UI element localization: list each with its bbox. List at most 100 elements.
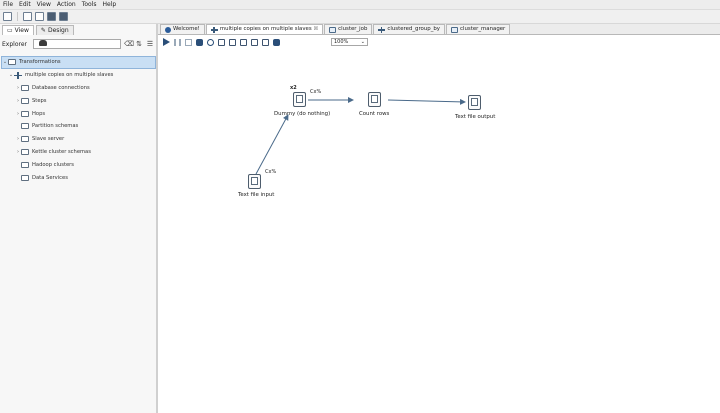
tree-item-hops[interactable]: › Hops <box>1 107 156 120</box>
tree-root-label: Transformations <box>19 59 61 66</box>
spoon-window: File Edit View Action Tools Help ▭ View … <box>0 0 720 413</box>
hop-input-to-dummy[interactable] <box>255 114 289 175</box>
pencil-icon: ✎ <box>40 27 46 34</box>
tab-label: Welcome! <box>173 26 200 32</box>
count-rows-icon <box>371 95 378 103</box>
hop-count-to-output[interactable] <box>387 98 466 105</box>
zoom-select[interactable]: 100% ⌄ <box>331 38 368 46</box>
menu-view[interactable]: View <box>37 0 51 10</box>
tree-item-label: Partition schemas <box>32 123 79 130</box>
folder-icon <box>21 148 29 155</box>
tree-transformation-label: multiple copies on multiple slaves <box>25 72 114 79</box>
new-file-icon[interactable] <box>3 12 12 21</box>
tree-item-label: Kettle cluster schemas <box>32 148 91 155</box>
verify-icon[interactable] <box>229 38 236 46</box>
copies-badge: x2 <box>290 85 297 91</box>
save-as-icon[interactable] <box>59 12 68 21</box>
tree-item-label: Steps <box>32 97 47 104</box>
tree-item-label: Hops <box>32 110 46 117</box>
zoom-value: 100% <box>334 39 349 45</box>
menu-action[interactable]: Action <box>57 0 76 10</box>
main-toolbar <box>0 10 720 24</box>
tree-item-label: Hadoop clusters <box>32 161 75 168</box>
explore-db-icon[interactable] <box>262 38 269 46</box>
tree-item-slave-server[interactable]: › Slave server <box>1 133 156 146</box>
step-text-file-input[interactable] <box>248 174 261 189</box>
tab-label: cluster_manager <box>460 26 506 32</box>
close-tab-icon[interactable]: ☒ <box>314 25 318 34</box>
canvas-toolbar: 100% ⌄ <box>158 36 720 48</box>
tree-item-label: Slave server <box>32 136 65 143</box>
explorer-label: Explorer <box>2 40 27 48</box>
step-dummy[interactable] <box>293 92 306 107</box>
explorer-tree: ⌄ Transformations ⌄ multiple copies on m… <box>1 56 156 184</box>
text-file-output-icon <box>471 98 478 106</box>
tab-multiple-copies[interactable]: multiple copies on multiple slaves ☒ <box>205 24 324 34</box>
save-icon[interactable] <box>47 12 56 21</box>
tab-design-label: Design <box>47 27 69 34</box>
tab-label: multiple copies on multiple slaves <box>219 26 312 32</box>
editor-area: Welcome! multiple copies on multiple sla… <box>158 24 720 413</box>
folder-icon <box>21 136 29 143</box>
show-results-icon[interactable] <box>273 38 280 46</box>
tree-transformation[interactable]: ⌄ multiple copies on multiple slaves <box>1 69 156 82</box>
tab-welcome[interactable]: Welcome! <box>160 24 205 34</box>
replay-icon[interactable] <box>218 38 225 46</box>
tree-item-hadoop-clusters[interactable]: Hadoop clusters <box>1 158 156 171</box>
pause-icon[interactable] <box>174 38 181 46</box>
tree-item-label: Data Services <box>32 174 68 181</box>
menu-bar: File Edit View Action Tools Help <box>0 0 720 10</box>
impact-icon[interactable] <box>240 38 247 46</box>
transformation-icon <box>378 26 386 33</box>
tab-clustered-group-by[interactable]: clustered_group_by <box>373 24 446 34</box>
sql-icon[interactable] <box>251 38 258 46</box>
welcome-icon <box>165 26 171 33</box>
explorer-row: Explorer ⌫ ⇅ ☰ <box>2 38 155 50</box>
tab-view[interactable]: ▭ View <box>2 25 34 35</box>
tree-root-transformations[interactable]: ⌄ Transformations <box>1 56 156 69</box>
preview-icon[interactable] <box>196 38 203 46</box>
toolbar-separator <box>17 12 18 21</box>
tab-label: cluster_job <box>338 26 368 32</box>
expand-collapse-icon[interactable]: ⇅ <box>135 40 143 48</box>
menu-file[interactable]: File <box>3 0 13 10</box>
tree-item-partition-schemas[interactable]: Partition schemas <box>1 120 156 133</box>
folder-icon <box>21 110 29 117</box>
tree-item-kettle-cluster-schemas[interactable]: › Kettle cluster schemas <box>1 146 156 159</box>
menu-help[interactable]: Help <box>103 0 117 10</box>
step-cluster-label: Cx% <box>265 169 277 175</box>
left-panel: ▭ View ✎ Design Explorer ⌫ ⇅ ☰ ⌄ Transfo… <box>0 24 157 413</box>
step-count-rows[interactable] <box>368 92 381 107</box>
explore-repository-icon[interactable] <box>35 12 44 21</box>
transformation-canvas[interactable]: x2 Cx% Dummy (do nothing) Count rows Tex… <box>158 49 720 413</box>
stop-icon[interactable] <box>185 38 192 46</box>
clear-search-icon[interactable]: ⌫ <box>124 40 134 48</box>
step-label: Count rows <box>359 111 390 117</box>
debug-icon[interactable] <box>207 38 214 46</box>
dummy-icon <box>296 95 303 103</box>
text-file-input-icon <box>251 177 258 185</box>
tab-view-label: View <box>14 27 29 34</box>
run-icon[interactable] <box>163 38 170 46</box>
open-file-icon[interactable] <box>23 12 32 21</box>
hops-layer <box>255 97 466 175</box>
editor-tabs: Welcome! multiple copies on multiple sla… <box>158 24 720 35</box>
folder-icon <box>21 174 29 181</box>
step-text-file-output[interactable] <box>468 95 481 110</box>
tree-item-steps[interactable]: › Steps <box>1 94 156 107</box>
tree-item-data-services[interactable]: Data Services <box>1 171 156 184</box>
job-icon <box>451 26 459 33</box>
view-design-tabs: ▭ View ✎ Design <box>2 25 74 35</box>
tab-cluster-manager[interactable]: cluster_manager <box>446 24 511 34</box>
menu-tools[interactable]: Tools <box>82 0 97 10</box>
tree-item-database-connections[interactable]: › Database connections <box>1 82 156 95</box>
tree-options-icon[interactable]: ☰ <box>146 40 154 48</box>
tab-label: clustered_group_by <box>387 26 441 32</box>
tab-cluster-job[interactable]: cluster_job <box>324 24 373 34</box>
job-icon <box>329 26 337 33</box>
step-cluster-label: Cx% <box>310 89 322 95</box>
tab-design[interactable]: ✎ Design <box>35 25 74 35</box>
chevron-down-icon: ⌄ <box>360 39 365 45</box>
folder-icon <box>21 161 29 168</box>
menu-edit[interactable]: Edit <box>19 0 31 10</box>
